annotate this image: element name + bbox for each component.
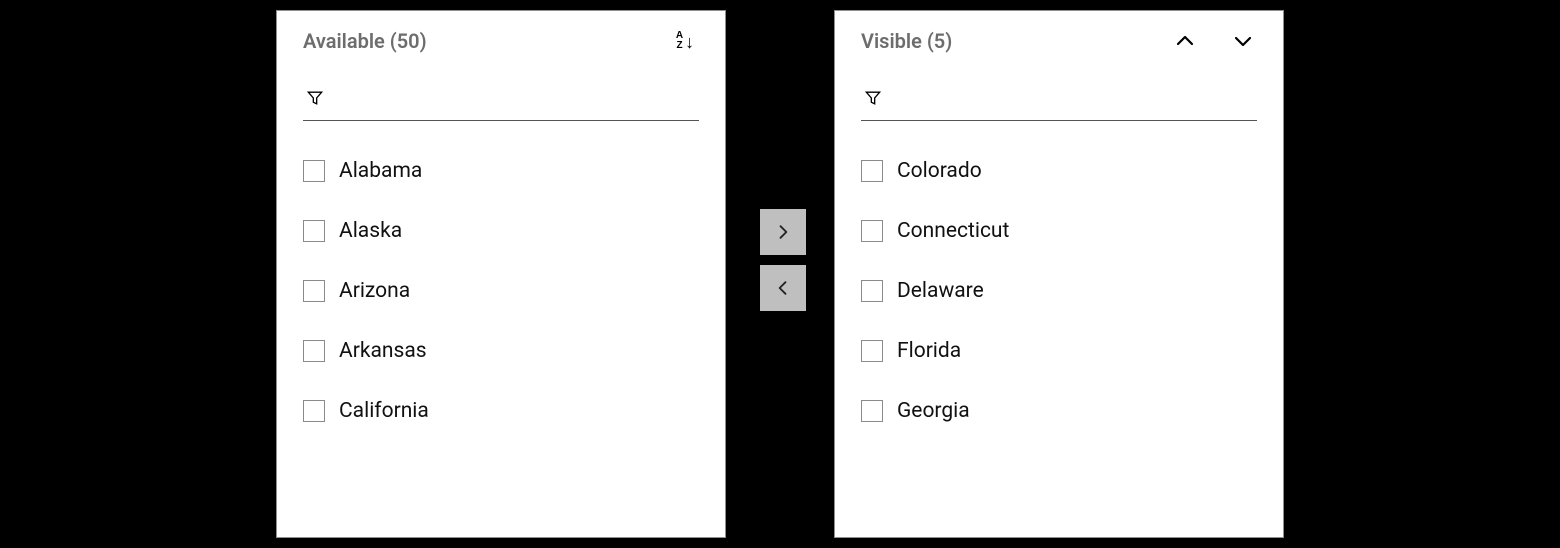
visible-title: Visible (5): [861, 29, 952, 53]
visible-list: Colorado Connecticut Delaware Florida Ge…: [835, 131, 1283, 441]
item-label: Arkansas: [339, 339, 427, 363]
list-item[interactable]: Connecticut: [861, 201, 1257, 261]
item-label: California: [339, 399, 429, 423]
move-right-button[interactable]: [760, 209, 806, 255]
item-label: Alaska: [339, 219, 402, 243]
visible-header-actions: [1171, 27, 1257, 55]
item-label: Colorado: [897, 159, 982, 183]
move-item-up-button[interactable]: [1171, 27, 1199, 55]
chevron-right-icon: [773, 222, 793, 242]
available-list: Alabama Alaska Arizona Arkansas Californ…: [277, 131, 725, 441]
available-header: Available (50) AZ ↓: [277, 11, 725, 61]
chevron-left-icon: [773, 278, 793, 298]
move-left-button[interactable]: [760, 265, 806, 311]
list-item[interactable]: Delaware: [861, 261, 1257, 321]
available-panel: Available (50) AZ ↓ Alabam: [276, 10, 726, 538]
item-label: Georgia: [897, 399, 970, 423]
move-item-down-button[interactable]: [1229, 27, 1257, 55]
list-item[interactable]: Arkansas: [303, 321, 699, 381]
item-label: Arizona: [339, 279, 410, 303]
sort-az-button[interactable]: AZ ↓: [671, 27, 699, 55]
item-label: Delaware: [897, 279, 984, 303]
list-item[interactable]: Georgia: [861, 381, 1257, 441]
visible-filter-row: [861, 81, 1257, 121]
checkbox[interactable]: [861, 280, 883, 302]
chevron-up-icon: [1173, 29, 1197, 53]
checkbox[interactable]: [303, 400, 325, 422]
checkbox[interactable]: [861, 160, 883, 182]
list-item[interactable]: Colorado: [861, 141, 1257, 201]
checkbox[interactable]: [303, 280, 325, 302]
checkbox[interactable]: [303, 340, 325, 362]
available-filter-input[interactable]: [327, 85, 699, 110]
list-item[interactable]: Florida: [861, 321, 1257, 381]
item-label: Florida: [897, 339, 961, 363]
transfer-buttons: [760, 209, 806, 311]
item-label: Connecticut: [897, 219, 1009, 243]
available-header-actions: AZ ↓: [671, 27, 699, 55]
available-filter-row: [303, 81, 699, 121]
visible-panel: Visible (5): [834, 10, 1284, 538]
list-item[interactable]: Alabama: [303, 141, 699, 201]
visible-filter-input[interactable]: [885, 85, 1257, 110]
checkbox[interactable]: [861, 220, 883, 242]
checkbox[interactable]: [861, 340, 883, 362]
list-item[interactable]: California: [303, 381, 699, 441]
checkbox[interactable]: [303, 160, 325, 182]
sort-az-icon: AZ ↓: [676, 31, 694, 51]
checkbox[interactable]: [303, 220, 325, 242]
filter-icon: [861, 86, 885, 110]
filter-icon: [303, 86, 327, 110]
available-title: Available (50): [303, 29, 427, 53]
list-item[interactable]: Alaska: [303, 201, 699, 261]
checkbox[interactable]: [861, 400, 883, 422]
visible-header: Visible (5): [835, 11, 1283, 61]
chevron-down-icon: [1231, 29, 1255, 53]
list-item[interactable]: Arizona: [303, 261, 699, 321]
item-label: Alabama: [339, 159, 422, 183]
